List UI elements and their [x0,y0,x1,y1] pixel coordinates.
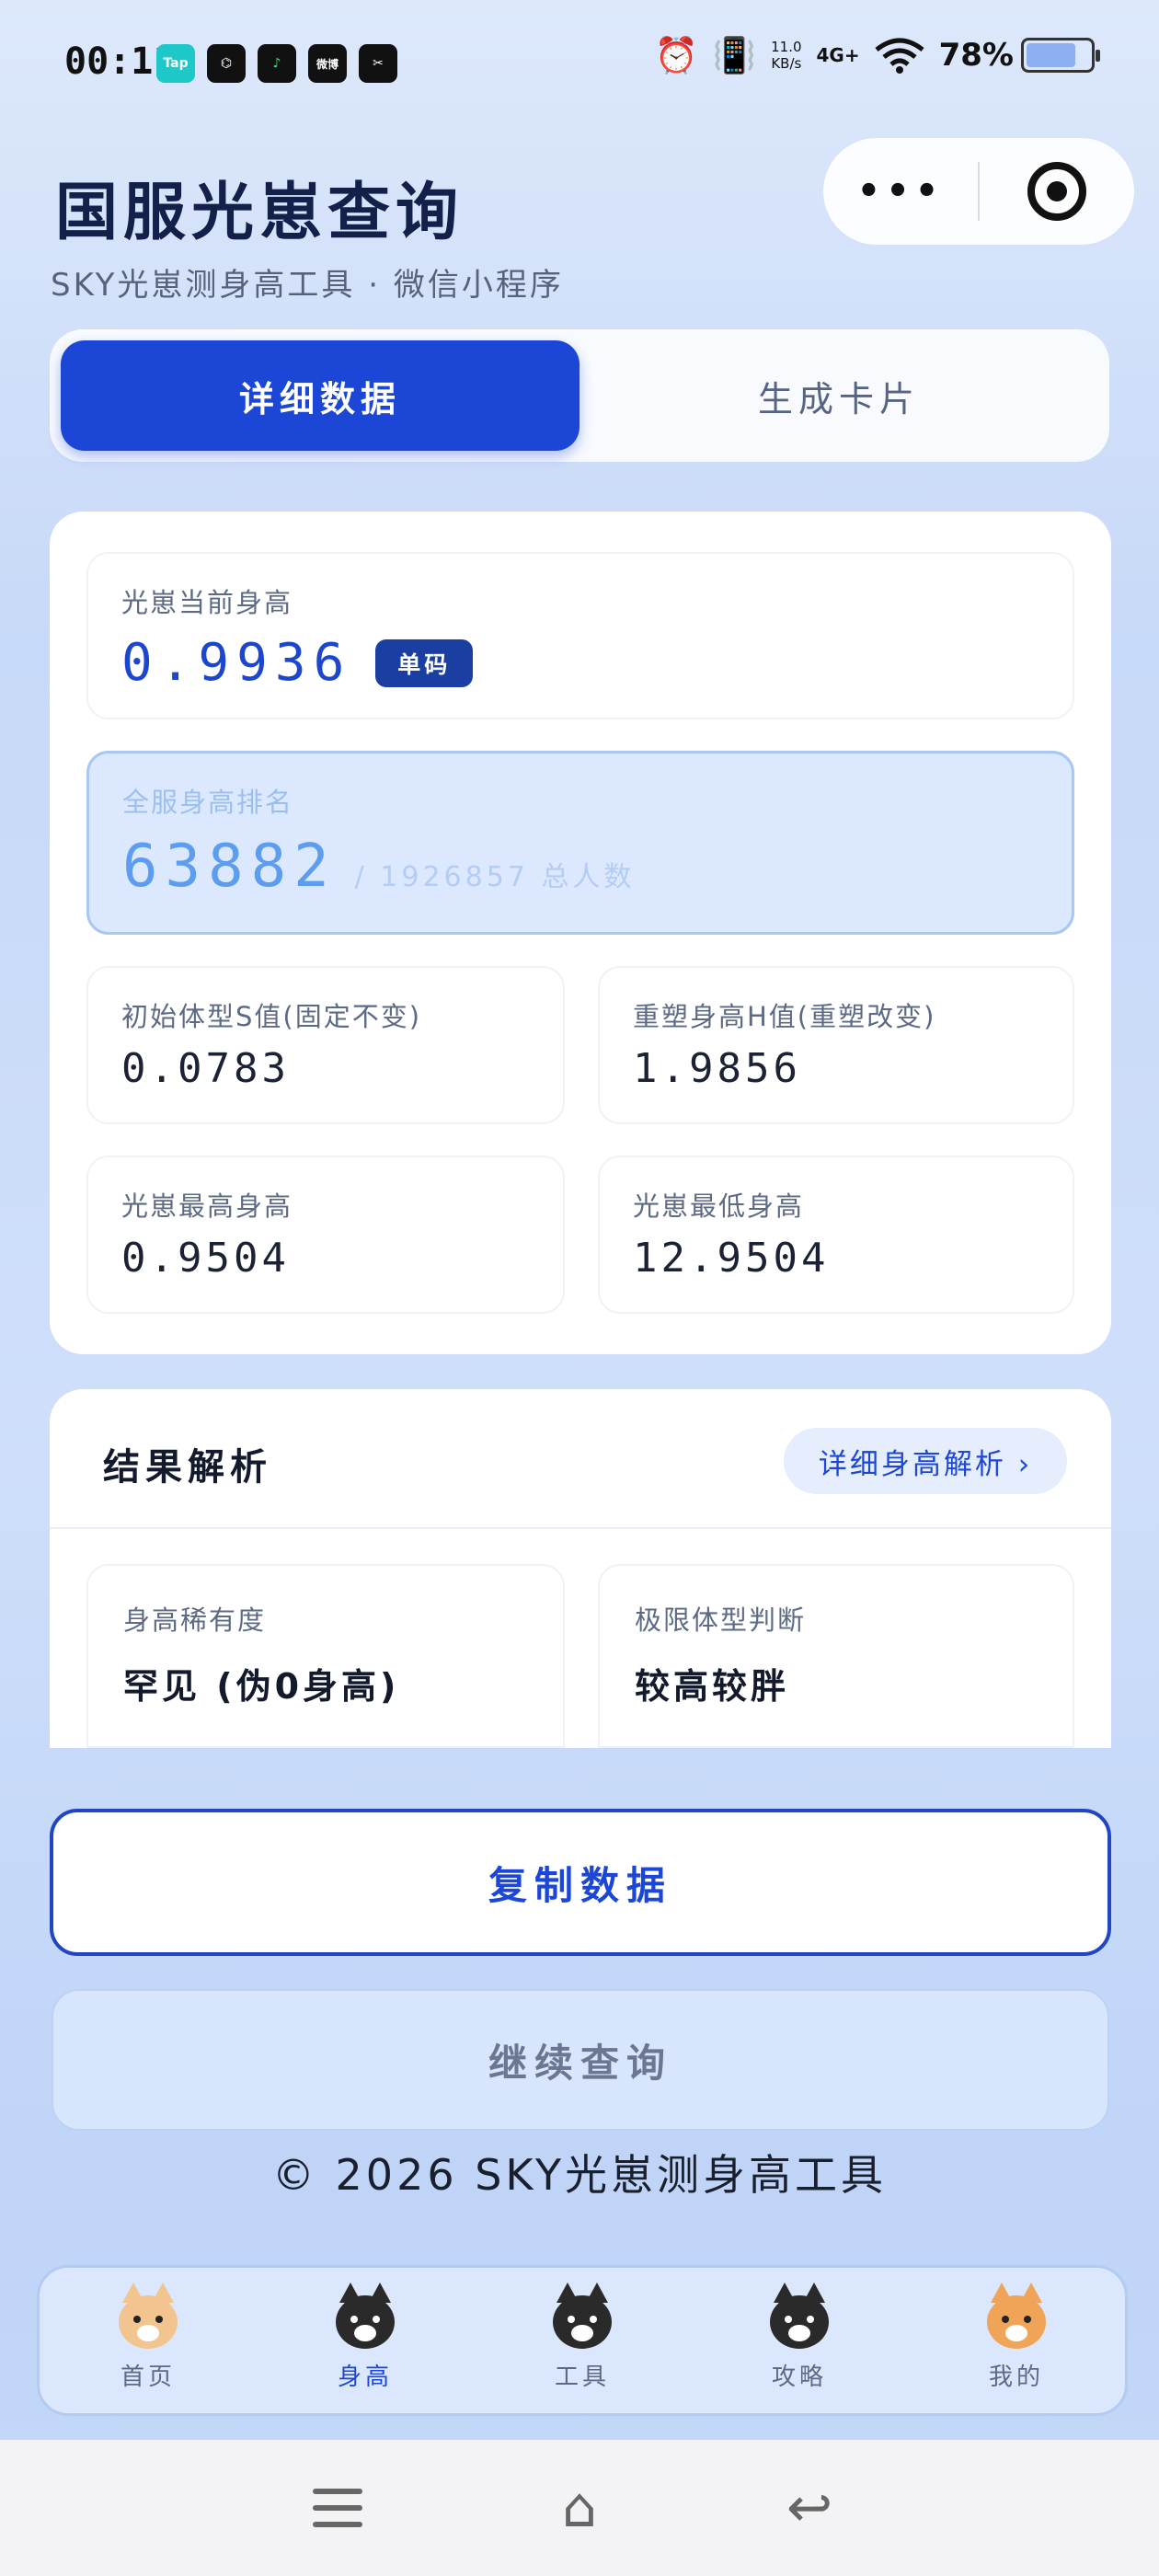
network-speed-unit: KB/s [771,55,802,72]
battery-percent: 78% [938,37,1014,74]
app-icon: ⌬ [207,44,246,83]
capcut-app-icon: ✂ [359,44,397,83]
body-type-label: 极限体型判断 [635,1604,807,1636]
alarm-icon: ⏰ [654,35,698,75]
nav-item-home[interactable]: 首页 [40,2268,257,2413]
battery-icon [1021,38,1100,73]
min-height-label: 光崽最低身高 [633,1190,805,1222]
rank-value: 63882 [122,833,337,901]
vibrate-icon: 📳 [712,35,757,75]
copyright: © 2026 SKY光崽测身高工具 [271,2150,888,2200]
rarity-value: 罕见 (伪0身高) [123,1666,400,1707]
max-height-tile: 光崽最高身高 0.9504 [86,1156,565,1314]
current-height-value: 0.9936 [121,633,352,693]
analysis-title: 结果解析 [103,1446,272,1489]
rarity-tile: 身高稀有度 罕见 (伪0身高) [86,1564,565,1748]
rank-tile: 全服身高排名 63882 / 1926857 总人数 [86,751,1074,935]
rank-label: 全服身高排名 [122,787,294,818]
analysis-card: 结果解析 详细身高解析 › 身高稀有度 罕见 (伪0身高) 极限体型判断 较高较… [50,1389,1111,1748]
status-bar: 00:11 Tap ⌬ ♪ 微博 ✂ ⏰ 📳 11.0 KB/s 4G+ 78% [0,0,1159,129]
shiba-dog-icon [987,2282,1046,2349]
back-icon[interactable]: ↩ [773,2476,846,2540]
s-value-label: 初始体型S值(固定不变) [121,1001,422,1032]
nav-label-home: 首页 [120,2363,176,2391]
wifi-icon [875,38,924,74]
music-app-icon: ♪ [258,44,296,83]
battery-fill [1027,43,1076,67]
rank-total: / 1926857 总人数 [354,861,636,893]
min-height-value: 12.9504 [633,1235,830,1282]
menu-icon [313,2489,362,2527]
weibo-app-icon: 微博 [308,44,347,83]
cat-icon [336,2282,395,2349]
copy-data-button[interactable]: 复制数据 [50,1809,1111,1956]
current-height-tile: 光崽当前身高 0.9936 单码 [86,552,1074,719]
current-height-label: 光崽当前身高 [121,587,293,618]
nav-label-mine: 我的 [988,2363,1044,2391]
code-type-badge: 单码 [375,638,474,687]
nav-item-tools[interactable]: 工具 [474,2268,691,2413]
cat-icon [119,2282,178,2349]
rarity-label: 身高稀有度 [123,1604,267,1636]
recents-button[interactable] [313,2489,386,2527]
max-height-value: 0.9504 [121,1235,290,1282]
close-miniprogram-button[interactable] [980,162,1134,221]
taptap-app-icon: Tap [156,44,195,83]
nav-label-tools: 工具 [554,2363,610,2391]
network-speed: 11.0 KB/s [771,39,801,72]
nav-item-height[interactable]: 身高 [257,2268,474,2413]
body-type-tile: 极限体型判断 较高较胖 [598,1564,1074,1748]
page-title: 国服光崽查询 [55,177,465,249]
battery-indicator: 78% [938,37,1100,74]
nav-label-guides: 攻略 [771,2363,827,2391]
h-value-tile: 重塑身高H值(重塑改变) 1.9856 [598,966,1074,1124]
body-type-value: 较高较胖 [635,1666,790,1707]
s-value-tile: 初始体型S值(固定不变) 0.0783 [86,966,565,1124]
cat-icon [770,2282,829,2349]
home-icon[interactable]: ⌂ [543,2476,616,2540]
cellular-signal: 4G+ [816,44,860,66]
s-value: 0.0783 [121,1045,290,1092]
nav-item-guides[interactable]: 攻略 [691,2268,908,2413]
bottom-nav: 首页 身高 工具 攻略 我的 [37,2265,1128,2416]
max-height-label: 光崽最高身高 [121,1190,293,1222]
system-nav-bar: ⌂ ↩ [0,2440,1159,2576]
tab-generate-card[interactable]: 生成卡片 [580,340,1098,451]
target-icon [1027,162,1086,221]
h-value: 1.9856 [633,1045,801,1092]
divider [50,1527,1111,1529]
status-indicators: ⏰ 📳 11.0 KB/s 4G+ 78% [654,35,1100,75]
network-speed-value: 11.0 [771,39,802,55]
view-tabs: 详细数据 生成卡片 [50,329,1109,462]
dog-icon [553,2282,612,2349]
detailed-analysis-button[interactable]: 详细身高解析 › [784,1428,1067,1494]
nav-label-height: 身高 [337,2363,393,2391]
min-height-tile: 光崽最低身高 12.9504 [598,1156,1074,1314]
page-subtitle: SKY光崽测身高工具 · 微信小程序 [51,267,564,304]
h-value-label: 重塑身高H值(重塑改变) [633,1001,936,1032]
data-card: 光崽当前身高 0.9936 单码 全服身高排名 63882 / 1926857 … [50,512,1111,1354]
nav-item-mine[interactable]: 我的 [908,2268,1125,2413]
continue-query-button[interactable]: 继续查询 [52,1989,1109,2131]
tab-details[interactable]: 详细数据 [61,340,580,451]
more-button[interactable]: ••• [823,170,978,213]
miniprogram-capsule: ••• [823,138,1134,245]
